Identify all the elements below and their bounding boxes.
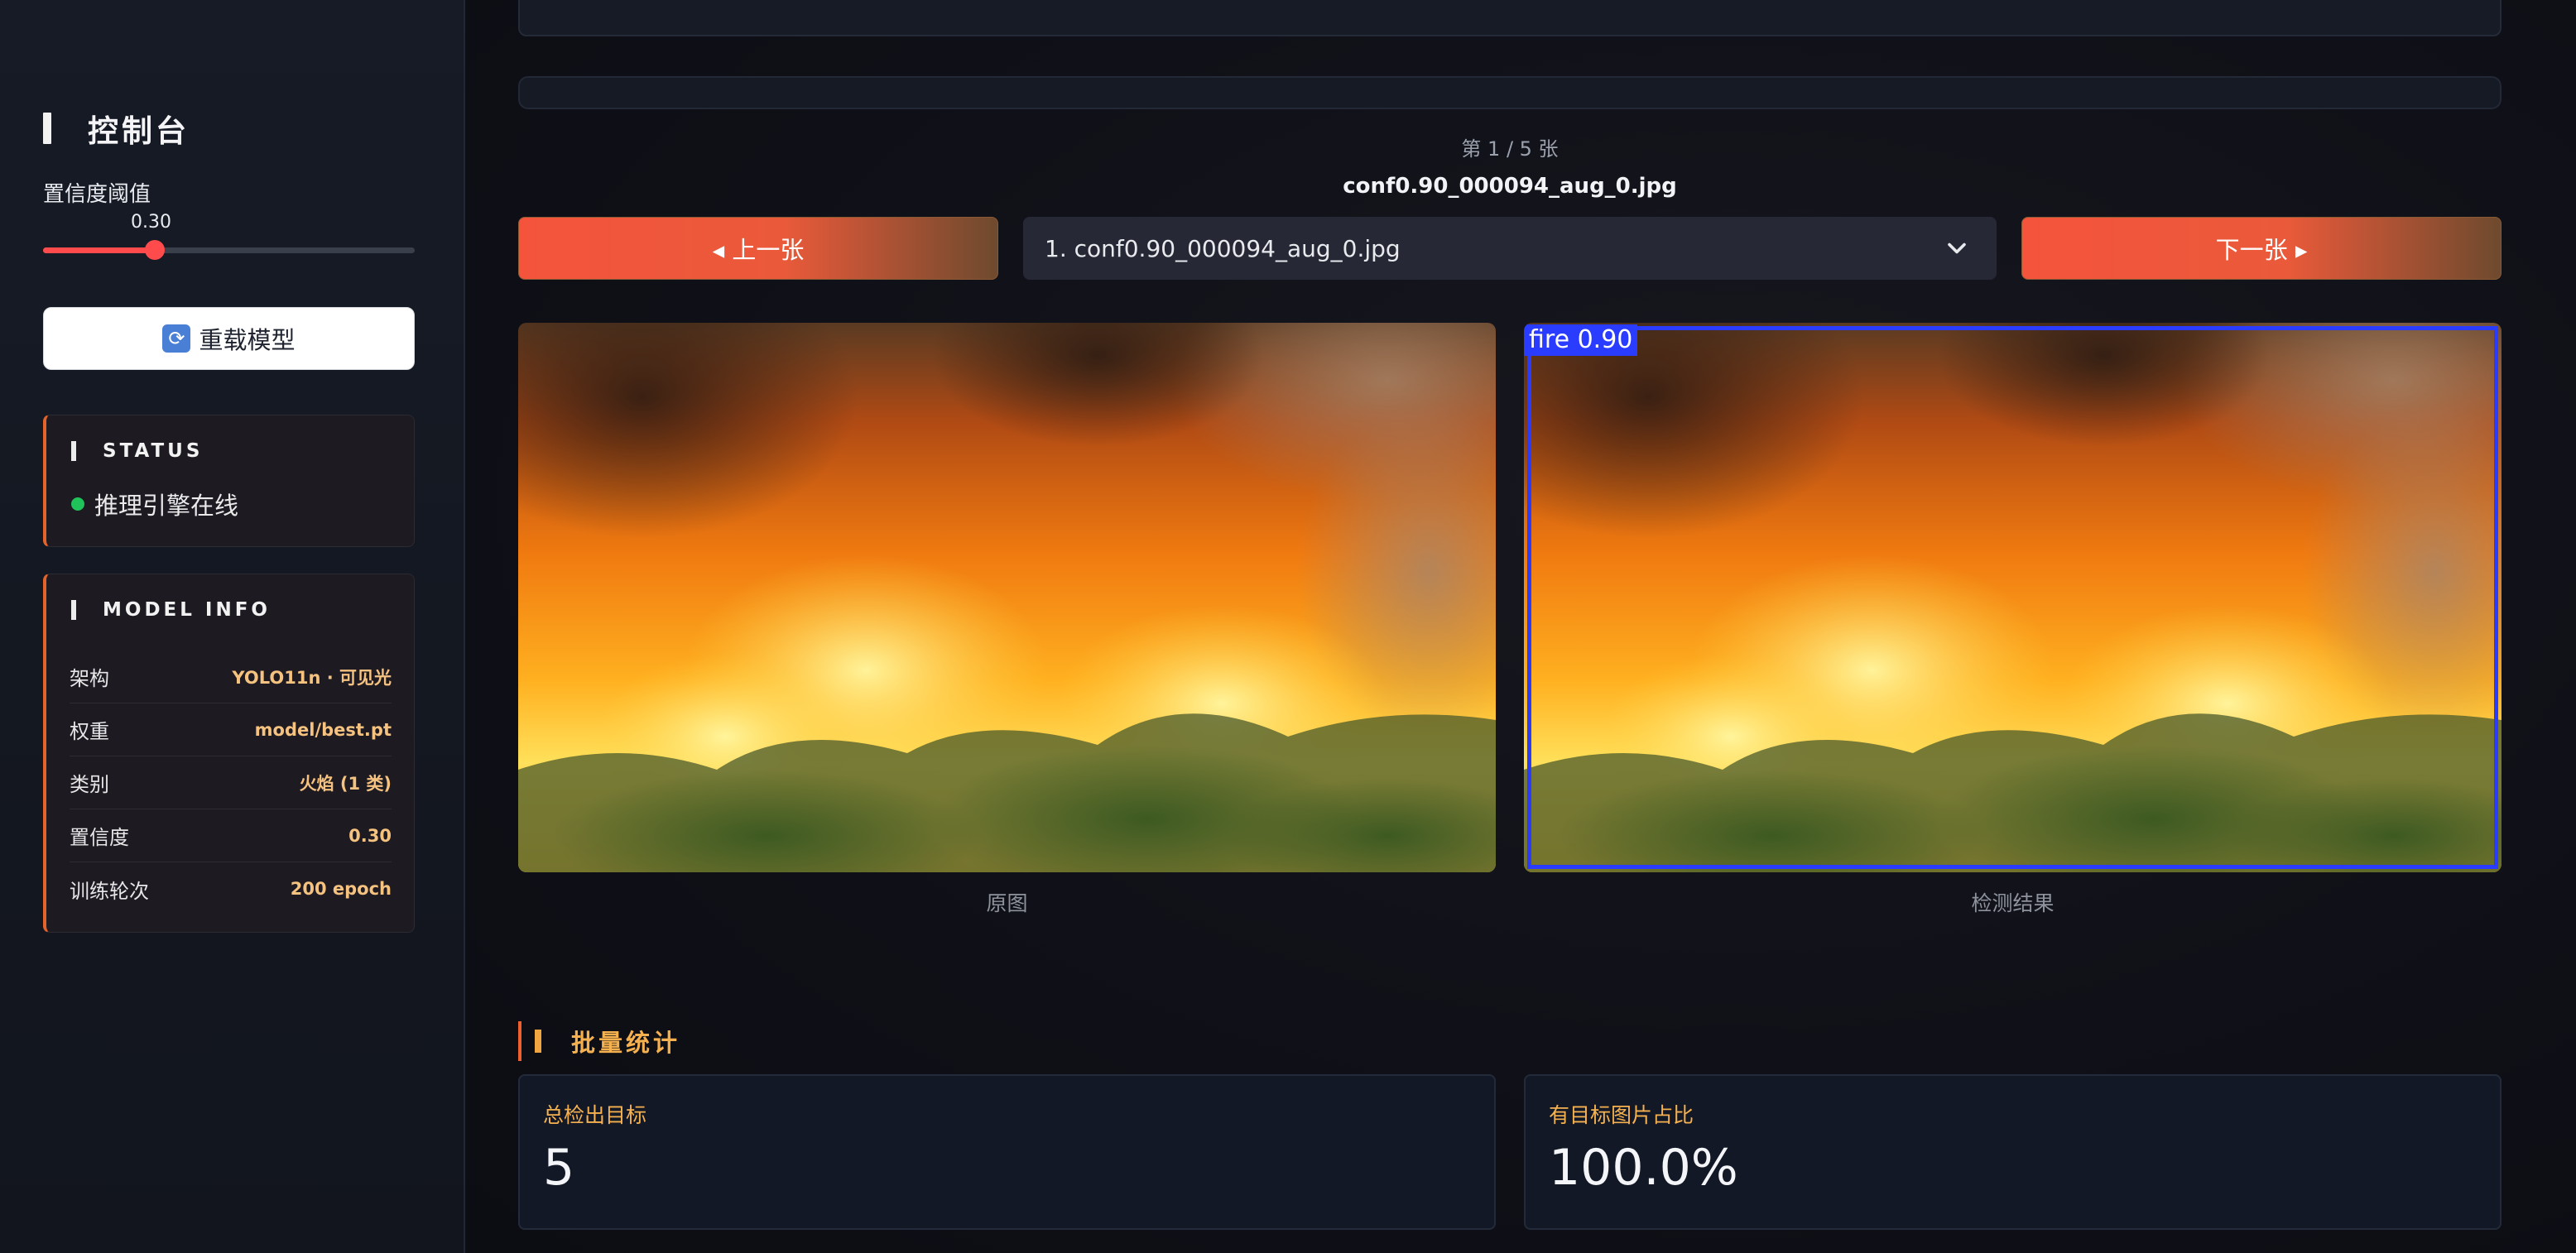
info-row-weights: 权重 model/best.pt bbox=[70, 703, 392, 756]
model-info-card: MODEL INFO 架构 YOLO11n · 可见光 权重 model/bes… bbox=[43, 574, 415, 933]
batch-stats-heading: 批量统计 bbox=[518, 1021, 680, 1061]
info-key: 架构 bbox=[70, 667, 109, 690]
status-heading: STATUS bbox=[71, 440, 203, 462]
top-panel bbox=[518, 0, 2502, 36]
info-value: 200 epoch bbox=[290, 879, 392, 899]
status-line: 推理引擎在线 bbox=[71, 487, 238, 521]
info-key: 权重 bbox=[70, 720, 109, 743]
image-select[interactable]: 1. conf0.90_000094_aug_0.jpg bbox=[1023, 217, 1997, 280]
original-image bbox=[518, 323, 1496, 872]
stat-value: 5 bbox=[543, 1139, 575, 1197]
reload-model-button[interactable]: ⟳ 重载模型 bbox=[43, 307, 415, 370]
info-value: YOLO11n · 可见光 bbox=[232, 667, 392, 688]
info-row-architecture: 架构 YOLO11n · 可见光 bbox=[70, 651, 392, 703]
prev-image-button[interactable]: ◂ 上一张 bbox=[518, 217, 998, 280]
batch-stats-title: 批量统计 bbox=[571, 1029, 681, 1057]
slider-fill bbox=[43, 247, 155, 253]
image-counter: 第 1 / 5 张 bbox=[1461, 137, 1559, 161]
image-select-value: 1. conf0.90_000094_aug_0.jpg bbox=[1045, 234, 1401, 262]
progress-panel bbox=[518, 76, 2502, 109]
main-content: 第 1 / 5 张 conf0.90_000094_aug_0.jpg ◂ 上一… bbox=[467, 0, 2576, 1253]
slider-handle[interactable] bbox=[144, 240, 165, 260]
stat-label: 总检出目标 bbox=[543, 1103, 647, 1127]
title-accent-bar bbox=[43, 113, 51, 144]
info-key: 置信度 bbox=[70, 826, 129, 849]
detection-result-image: fire 0.90 bbox=[1524, 323, 2502, 872]
status-heading-text: STATUS bbox=[103, 440, 204, 462]
confidence-slider-label: 置信度阈值 bbox=[43, 182, 151, 207]
info-value: model/best.pt bbox=[254, 719, 392, 740]
info-value: 0.30 bbox=[348, 825, 392, 846]
section-accent-bar bbox=[518, 1021, 521, 1061]
fire-image bbox=[518, 323, 1496, 872]
status-text: 推理引擎在线 bbox=[94, 492, 239, 520]
status-card: STATUS 推理引擎在线 bbox=[43, 415, 415, 547]
info-row-confidence: 置信度 0.30 bbox=[70, 809, 392, 862]
current-filename: conf0.90_000094_aug_0.jpg bbox=[1343, 174, 1677, 199]
info-key: 类别 bbox=[70, 773, 109, 796]
section-accent-bar bbox=[535, 1030, 541, 1053]
info-row-epochs: 训练轮次 200 epoch bbox=[70, 862, 392, 915]
chevron-down-icon bbox=[1948, 242, 1966, 254]
next-image-button[interactable]: 下一张 ▸ bbox=[2021, 217, 2502, 280]
reload-model-label: 重载模型 bbox=[199, 326, 296, 354]
refresh-icon: ⟳ bbox=[162, 324, 191, 353]
info-key: 训练轮次 bbox=[70, 879, 149, 903]
heading-accent-bar bbox=[71, 600, 76, 620]
result-caption: 检测结果 bbox=[1971, 891, 2055, 915]
heading-accent-bar bbox=[71, 441, 76, 461]
sidebar: 控制台 置信度阈值 0.30 ⟳ 重载模型 STATUS 推理引擎在线 MODE… bbox=[0, 0, 465, 1253]
sidebar-title-text: 控制台 bbox=[88, 113, 190, 149]
confidence-slider[interactable] bbox=[43, 240, 415, 260]
stat-card-total-detections: 总检出目标 5 bbox=[518, 1074, 1496, 1230]
detection-bounding-box bbox=[1527, 326, 2498, 869]
model-info-heading-text: MODEL INFO bbox=[103, 599, 271, 621]
stat-card-image-ratio: 有目标图片占比 100.0% bbox=[1524, 1074, 2502, 1230]
sidebar-title: 控制台 bbox=[43, 108, 190, 149]
online-status-dot bbox=[71, 497, 84, 511]
stat-value: 100.0% bbox=[1549, 1139, 1738, 1197]
detection-label: fire 0.90 bbox=[1524, 324, 1638, 356]
model-info-heading: MODEL INFO bbox=[71, 599, 271, 621]
info-row-classes: 类别 火焰 (1 类) bbox=[70, 756, 392, 809]
stat-label: 有目标图片占比 bbox=[1549, 1103, 1694, 1127]
original-caption: 原图 bbox=[986, 891, 1028, 915]
info-value: 火焰 (1 类) bbox=[299, 773, 392, 794]
confidence-slider-value: 0.30 bbox=[131, 212, 171, 233]
